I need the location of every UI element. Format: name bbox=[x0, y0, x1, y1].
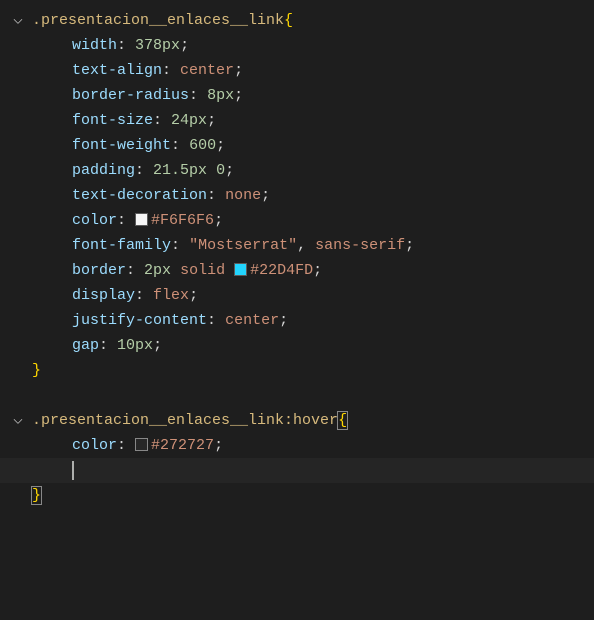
code-content: font-size: 24px; bbox=[28, 108, 216, 133]
css-selector: .presentacion__enlaces__link:hover bbox=[32, 412, 338, 429]
css-selector: .presentacion__enlaces__link bbox=[32, 12, 284, 29]
css-value: "Mostserrat" bbox=[189, 237, 297, 254]
code-line[interactable]: color: #F6F6F6; bbox=[0, 208, 594, 233]
css-value: 21.5px bbox=[153, 162, 207, 179]
code-line[interactable]: color: #272727; bbox=[0, 433, 594, 458]
code-line[interactable]: .presentacion__enlaces__link:hover{ bbox=[0, 408, 594, 433]
code-content: text-decoration: none; bbox=[28, 183, 270, 208]
code-content: text-align: center; bbox=[28, 58, 243, 83]
css-property: gap bbox=[72, 337, 99, 354]
code-content: border-radius: 8px; bbox=[28, 83, 243, 108]
css-value: solid bbox=[180, 262, 225, 279]
css-property: text-align bbox=[72, 62, 162, 79]
css-value: center bbox=[180, 62, 234, 79]
color-swatch-icon[interactable] bbox=[135, 438, 148, 451]
css-value: sans-serif bbox=[315, 237, 405, 254]
css-property: color bbox=[72, 437, 117, 454]
css-property: padding bbox=[72, 162, 135, 179]
code-content: .presentacion__enlaces__link:hover{ bbox=[28, 408, 347, 433]
css-value: 600 bbox=[189, 137, 216, 154]
css-value: 2px bbox=[144, 262, 171, 279]
code-content: color: #F6F6F6; bbox=[28, 208, 223, 233]
code-line[interactable] bbox=[0, 383, 594, 408]
css-value: 0 bbox=[216, 162, 225, 179]
code-line[interactable]: justify-content: center; bbox=[0, 308, 594, 333]
code-content: color: #272727; bbox=[28, 433, 223, 458]
code-content: display: flex; bbox=[28, 283, 198, 308]
code-line[interactable]: width: 378px; bbox=[0, 33, 594, 58]
css-value: 24px bbox=[171, 112, 207, 129]
css-property: border-radius bbox=[72, 87, 189, 104]
code-line[interactable]: } bbox=[0, 483, 594, 508]
code-line[interactable] bbox=[0, 458, 594, 483]
css-property: font-weight bbox=[72, 137, 171, 154]
code-content: width: 378px; bbox=[28, 33, 189, 58]
brace-close: } bbox=[31, 486, 42, 505]
css-property: font-size bbox=[72, 112, 153, 129]
css-value: #272727 bbox=[151, 437, 214, 454]
code-line[interactable]: } bbox=[0, 358, 594, 383]
css-property: justify-content bbox=[72, 312, 207, 329]
code-content: padding: 21.5px 0; bbox=[28, 158, 234, 183]
code-content: .presentacion__enlaces__link{ bbox=[28, 8, 293, 33]
brace-open: { bbox=[337, 411, 348, 430]
code-editor[interactable]: .presentacion__enlaces__link{ width: 378… bbox=[0, 0, 594, 516]
css-property: text-decoration bbox=[72, 187, 207, 204]
code-line[interactable]: gap: 10px; bbox=[0, 333, 594, 358]
color-swatch-icon[interactable] bbox=[234, 263, 247, 276]
code-content: justify-content: center; bbox=[28, 308, 288, 333]
color-swatch-icon[interactable] bbox=[135, 213, 148, 226]
brace-close: } bbox=[32, 362, 41, 379]
css-value: 378px bbox=[135, 37, 180, 54]
css-property: color bbox=[72, 212, 117, 229]
code-line[interactable]: font-weight: 600; bbox=[0, 133, 594, 158]
code-content bbox=[28, 458, 74, 483]
code-line[interactable]: border: 2px solid #22D4FD; bbox=[0, 258, 594, 283]
code-line[interactable]: display: flex; bbox=[0, 283, 594, 308]
css-property: font-family bbox=[72, 237, 171, 254]
text-cursor bbox=[72, 461, 74, 480]
fold-chevron-icon[interactable] bbox=[8, 14, 28, 28]
css-value: none bbox=[225, 187, 261, 204]
code-line[interactable]: font-size: 24px; bbox=[0, 108, 594, 133]
code-line[interactable]: .presentacion__enlaces__link{ bbox=[0, 8, 594, 33]
code-content: gap: 10px; bbox=[28, 333, 162, 358]
css-value: 8px bbox=[207, 87, 234, 104]
code-line[interactable]: text-decoration: none; bbox=[0, 183, 594, 208]
css-value: #22D4FD bbox=[250, 262, 313, 279]
css-value: 10px bbox=[117, 337, 153, 354]
fold-chevron-icon[interactable] bbox=[8, 414, 28, 428]
css-value: #F6F6F6 bbox=[151, 212, 214, 229]
code-line[interactable]: font-family: "Mostserrat", sans-serif; bbox=[0, 233, 594, 258]
code-content: font-family: "Mostserrat", sans-serif; bbox=[28, 233, 414, 258]
css-value: center bbox=[225, 312, 279, 329]
code-line[interactable]: padding: 21.5px 0; bbox=[0, 158, 594, 183]
code-line[interactable]: text-align: center; bbox=[0, 58, 594, 83]
css-property: width bbox=[72, 37, 117, 54]
css-property: border bbox=[72, 262, 126, 279]
css-property: display bbox=[72, 287, 135, 304]
code-line[interactable]: border-radius: 8px; bbox=[0, 83, 594, 108]
css-value: flex bbox=[153, 287, 189, 304]
code-content: } bbox=[28, 483, 41, 508]
code-content: font-weight: 600; bbox=[28, 133, 225, 158]
code-content: border: 2px solid #22D4FD; bbox=[28, 258, 322, 283]
brace-open: { bbox=[284, 12, 293, 29]
code-content: } bbox=[28, 358, 41, 383]
